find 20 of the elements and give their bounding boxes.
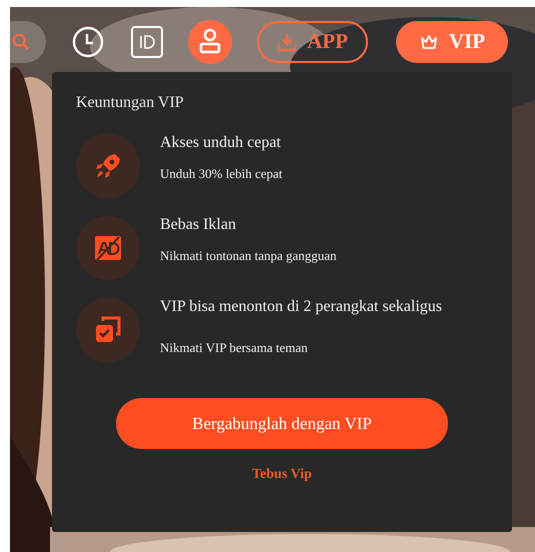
benefit-description: Unduh 30% lebih cepat [160,166,282,182]
download-icon [277,32,298,52]
check-squares-icon [93,315,123,345]
redeem-link[interactable]: Tebus Vip [252,467,312,483]
search-icon [12,32,30,50]
join-vip-button[interactable]: Bergabunglah dengan VIP [116,398,448,449]
clock-icon[interactable] [72,26,104,58]
benefit-title: Bebas Iklan [160,216,237,234]
benefit-description: Nikmati VIP bersama teman [160,340,309,356]
benefit-title: Akses unduh cepat [160,134,282,152]
benefit-title: VIP bisa menonton di 2 perangkat sekaligus [160,298,442,316]
id-card-icon[interactable] [130,24,164,58]
benefit-description: Nikmati tontonan tanpa gangguan [160,248,337,264]
rocket-icon [93,151,123,181]
user-icon[interactable] [188,20,232,64]
no-ads-icon [93,233,123,263]
panel-title: Keuntungan VIP [76,94,185,112]
search-field[interactable] [10,20,46,62]
vip-button[interactable]: VIP [396,20,508,62]
app-download-button[interactable]: APP [257,20,368,62]
